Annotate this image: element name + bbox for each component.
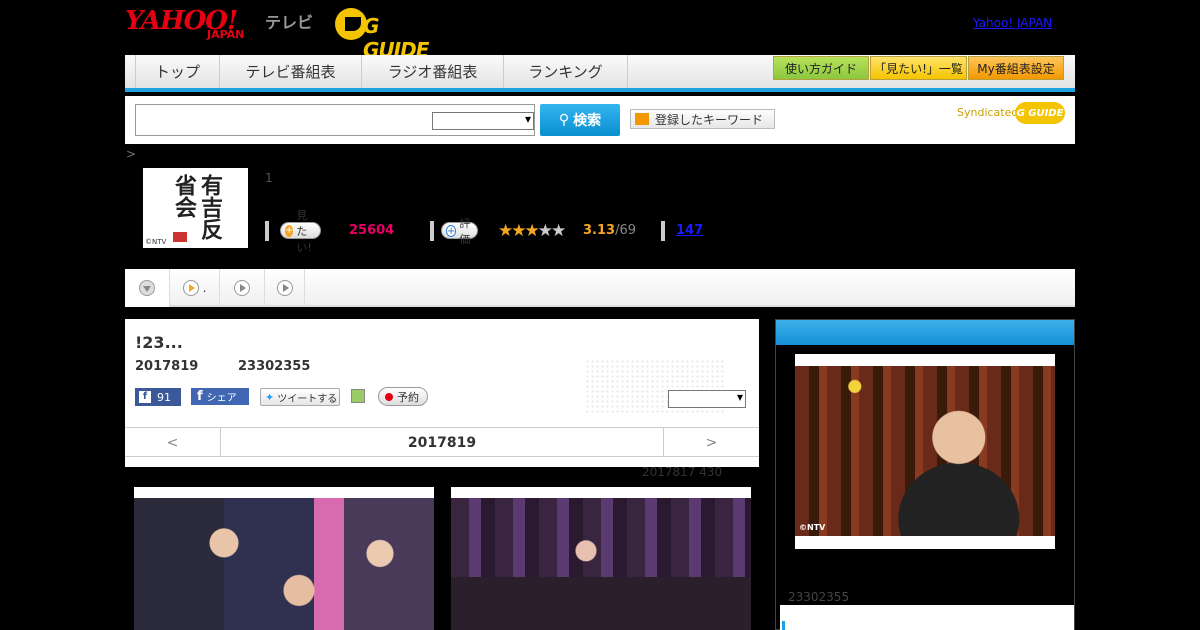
sidebar-bottom bbox=[780, 605, 1074, 630]
star-icon: ★ bbox=[537, 221, 553, 241]
star-icon: ★ bbox=[551, 221, 566, 241]
my-schedule-button[interactable]: My番組表設定 bbox=[968, 56, 1064, 80]
star-icon: ★ bbox=[524, 221, 540, 241]
facebook-like-count: 91 bbox=[157, 390, 171, 404]
twitter-icon: ✦ bbox=[265, 390, 275, 404]
search-button[interactable]: ⚲ 検索 bbox=[540, 104, 620, 136]
divider bbox=[661, 221, 665, 241]
facebook-share-button[interactable]: f シェア bbox=[191, 388, 249, 405]
chevron-down-icon bbox=[139, 280, 155, 296]
tab-tv-schedule[interactable]: テレビ番組表 bbox=[220, 55, 362, 88]
episode-photo-2[interactable] bbox=[451, 487, 751, 630]
facebook-icon: f bbox=[139, 391, 151, 403]
tv-label[interactable]: テレビ bbox=[265, 9, 313, 33]
photo-image bbox=[451, 498, 751, 630]
photo-image bbox=[134, 498, 434, 630]
subtab-1[interactable] bbox=[125, 269, 170, 307]
play-icon bbox=[234, 280, 250, 296]
subtab-2[interactable]: . bbox=[170, 269, 220, 307]
want-button[interactable]: + 見たい! bbox=[280, 209, 322, 254]
episode-date: 2017819 bbox=[135, 359, 199, 374]
pager-prev[interactable]: < bbox=[125, 428, 220, 457]
tweet-label: ツイートする bbox=[277, 393, 338, 405]
rate-label: 評価 bbox=[459, 216, 471, 246]
star-icon: ★ bbox=[511, 221, 526, 241]
chevron-down-icon bbox=[635, 113, 649, 125]
header: YAHOO! JAPAN テレビ G GUIDE Yahoo! JAPAN bbox=[125, 0, 1075, 62]
divider bbox=[265, 221, 269, 241]
sidebar-photo[interactable]: ©NTV bbox=[795, 354, 1055, 549]
date-pager: < 2017819 > bbox=[125, 427, 759, 457]
episode-photo-1[interactable] bbox=[134, 487, 434, 630]
episode-select[interactable] bbox=[668, 390, 746, 408]
main-nav: トップ テレビ番組表 ラジオ番組表 ランキング 使い方ガイド 「見たい!」一覧 … bbox=[125, 55, 1075, 92]
pager-next[interactable]: > bbox=[664, 428, 759, 457]
search-category-select[interactable] bbox=[432, 112, 534, 130]
facebook-like-button[interactable]: f 91 bbox=[135, 388, 181, 406]
reserve-button[interactable]: 予約 bbox=[378, 387, 428, 406]
sidebar-photo-credit: ©NTV bbox=[799, 523, 826, 532]
tab-ranking[interactable]: ランキング bbox=[504, 55, 628, 88]
episode-title: !23... bbox=[135, 333, 183, 352]
plus-icon: + bbox=[446, 224, 457, 237]
yahoo-japan-link[interactable]: Yahoo! JAPAN bbox=[973, 16, 1052, 30]
sidebar-marker bbox=[782, 621, 785, 630]
yahoo-japan-sub: JAPAN bbox=[207, 28, 245, 41]
want-label: 見たい! bbox=[296, 208, 312, 254]
play-icon bbox=[182, 280, 199, 296]
search-icon: ⚲ bbox=[558, 112, 570, 128]
updated-timestamp: 2017817 430 bbox=[642, 465, 723, 479]
page: YAHOO! JAPAN テレビ G GUIDE Yahoo! JAPAN トッ… bbox=[0, 0, 1200, 630]
tab-radio-schedule[interactable]: ラジオ番組表 bbox=[362, 55, 504, 88]
program-thumbnail[interactable]: 有吉反省会 ©NTV bbox=[143, 168, 248, 248]
gguide-logo[interactable]: G GUIDE bbox=[335, 8, 430, 62]
guide-button[interactable]: 使い方ガイド bbox=[773, 56, 869, 80]
star-icon: ★ bbox=[498, 221, 513, 241]
thumb-credit: ©NTV bbox=[145, 238, 167, 246]
facebook-icon: f bbox=[197, 389, 203, 404]
want-count: 25604 bbox=[349, 223, 395, 238]
photo-image: ©NTV bbox=[795, 366, 1055, 536]
reserve-label: 予約 bbox=[397, 390, 419, 404]
syndicated-label: Syndicated bbox=[957, 106, 1019, 119]
subtab-3[interactable] bbox=[220, 269, 265, 307]
review-count-link[interactable]: 147 bbox=[676, 223, 703, 238]
breadcrumb[interactable]: > bbox=[126, 147, 136, 161]
rating-count: /69 bbox=[615, 223, 636, 238]
episode-number: 1 bbox=[265, 171, 273, 185]
saved-keywords-label: 登録したキーワード bbox=[655, 112, 764, 127]
episode-time: 23302355 bbox=[238, 359, 311, 374]
rate-button[interactable]: + 評価 bbox=[441, 217, 478, 246]
tv-icon[interactable] bbox=[351, 389, 365, 403]
record-icon bbox=[385, 392, 393, 401]
search-button-label: 検索 bbox=[573, 113, 602, 129]
pager-date: 2017819 bbox=[220, 428, 664, 457]
rating-value: 3.13 bbox=[583, 223, 616, 238]
subtab-2-label: . bbox=[202, 281, 207, 295]
play-icon bbox=[276, 280, 293, 296]
sidebar-time: 23302355 bbox=[788, 590, 850, 604]
sidebar: ©NTV 23302355 bbox=[775, 319, 1075, 630]
tab-top[interactable]: トップ bbox=[135, 55, 220, 88]
watchlist-button[interactable]: 「見たい!」一覧 bbox=[870, 56, 967, 80]
tweet-button[interactable]: ✦ ツイートする bbox=[260, 388, 340, 406]
rating-stars: ★★★★★ bbox=[498, 221, 566, 241]
divider bbox=[430, 221, 434, 241]
search-bar: ⚲ 検索 登録したキーワード Syndicated G GUIDE bbox=[125, 96, 1075, 144]
subtab-4[interactable] bbox=[265, 269, 305, 307]
facebook-share-label: シェア bbox=[206, 393, 237, 404]
plus-icon: + bbox=[285, 224, 294, 237]
sidebar-header bbox=[776, 320, 1074, 345]
seal-stamp bbox=[173, 232, 187, 242]
sub-tabs: . bbox=[125, 269, 1075, 307]
rating-score: 3.13/69 bbox=[583, 223, 636, 238]
syndicated-gguide-logo: G GUIDE bbox=[1015, 102, 1065, 124]
saved-keywords-button[interactable]: 登録したキーワード bbox=[630, 109, 775, 129]
episode-panel: !23... 2017819 23302355 f 91 f シェア ✦ ツイー… bbox=[125, 319, 759, 467]
